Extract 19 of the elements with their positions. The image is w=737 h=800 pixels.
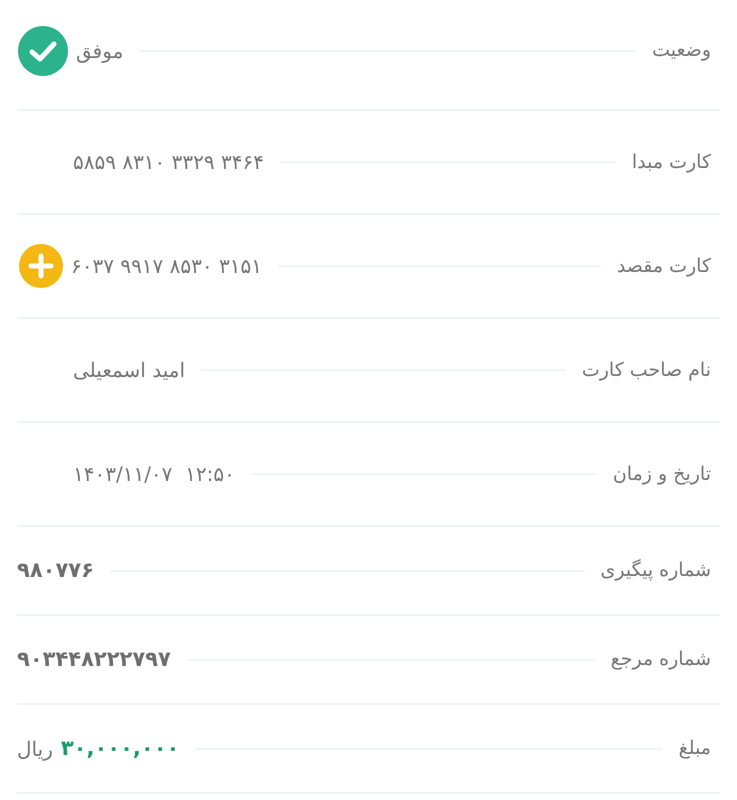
field-value: ۹۸۰۷۷۶ (17, 556, 94, 584)
field-label: شماره پیگیری (600, 558, 711, 584)
field-label: مبلغ (678, 736, 711, 762)
plus-icon[interactable] (19, 244, 63, 288)
field-value: ۹۰۳۴۴۸۲۲۲۷۹۷ (17, 646, 171, 673)
field-value: ۱۴۰۳/۱۱/۰۷ ۱۲:۵۰ (73, 461, 235, 488)
field-label: نام صاحب کارت (582, 358, 711, 383)
status-text: موفق (76, 38, 124, 65)
field-value: ۵۸۵۹ ۸۳۱۰ ۳۳۲۹ ۳۴۶۴ (73, 149, 264, 176)
field-label: کارت مبدا (632, 150, 711, 175)
field-label: شماره مرجع (610, 647, 711, 672)
field-value: ۶۰۳۷ ۹۹۱۷ ۸۵۳۰ ۳۱۵۱ (71, 253, 262, 280)
field-label: کارت مقصد (616, 254, 711, 279)
field-label: تاریخ و زمان (612, 462, 711, 487)
field-label: وضعیت (652, 38, 711, 64)
amount-value: ۳۰,۰۰۰,۰۰۰ (60, 734, 180, 762)
currency-label: ریال (17, 736, 53, 763)
field-value: امید اسمعیلی (73, 357, 186, 384)
check-icon (18, 26, 68, 76)
